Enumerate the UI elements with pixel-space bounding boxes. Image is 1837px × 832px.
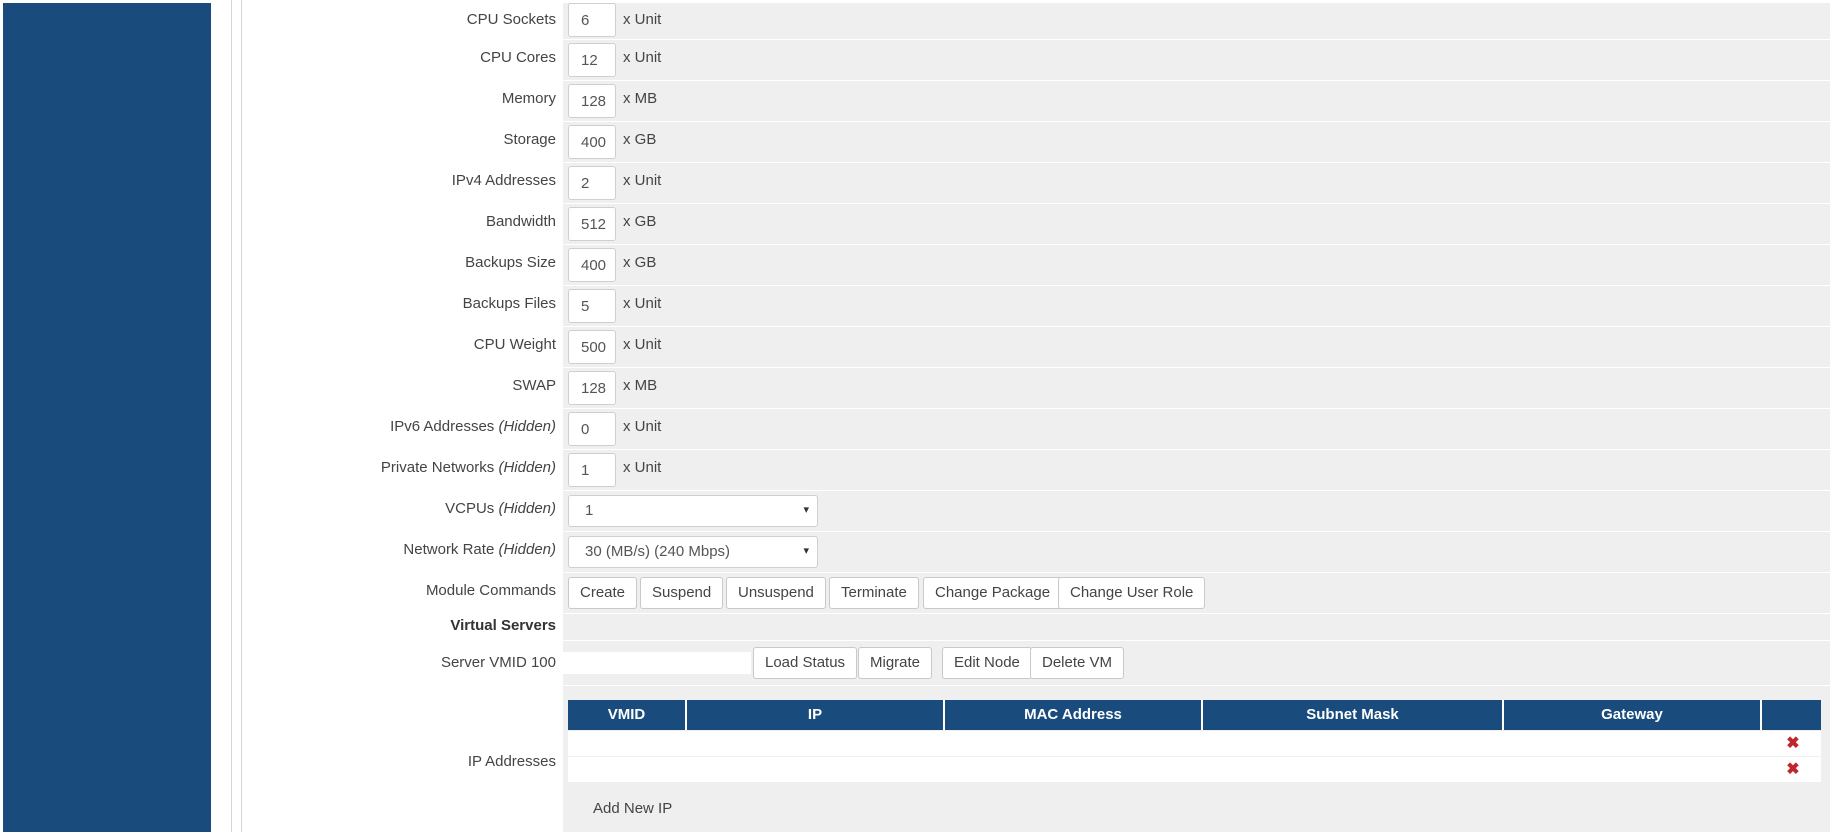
field-label: CPU Sockets <box>466 11 556 28</box>
hidden-tag: (Hidden) <box>498 500 556 517</box>
field-row-backups-files: Backups Files x Unit <box>243 286 1830 326</box>
field-row-private-networks: Private Networks (Hidden) x Unit <box>243 450 1830 490</box>
field-label: Module Commands <box>425 582 556 599</box>
storage-input[interactable] <box>568 125 616 159</box>
cpu-cores-input[interactable] <box>568 43 616 77</box>
unit-label: x MB <box>623 377 658 394</box>
column-header-mac-address: MAC Address <box>945 700 1203 730</box>
field-label: Backups Files <box>462 295 556 312</box>
hidden-tag: (Hidden) <box>498 541 556 558</box>
field-row-cpu-weight: CPU Weight x Unit <box>243 327 1830 367</box>
delete-vm-button[interactable]: Delete VM <box>1030 647 1125 679</box>
column-header-ip: IP <box>687 700 945 730</box>
table-row: ✖ <box>568 757 1821 782</box>
field-label: Backups Size <box>465 254 556 271</box>
suspend-button[interactable]: Suspend <box>640 577 724 609</box>
field-row-storage: Storage x GB <box>243 122 1830 162</box>
unit-label: x MB <box>623 90 658 107</box>
unit-label: x Unit <box>623 459 662 476</box>
ip-table-header: VMID IP MAC Address Subnet Mask Gateway <box>568 700 1821 730</box>
divider-line <box>231 0 232 832</box>
chevron-down-icon: ▾ <box>803 545 809 557</box>
unit-label: x GB <box>623 254 657 271</box>
close-x-icon[interactable]: ✖ <box>1768 731 1818 756</box>
hidden-tag: (Hidden) <box>498 418 556 435</box>
field-label: SWAP <box>512 377 556 394</box>
unit-label: x GB <box>623 131 657 148</box>
add-new-ip-link[interactable]: Add New IP <box>593 799 672 819</box>
field-row-vcpus: VCPUs (Hidden) 1 ▾ <box>243 491 1830 531</box>
field-label: Memory <box>501 90 556 107</box>
selected-value: 30 (MB/s) (240 Mbps) <box>585 543 731 560</box>
change-user-role-button[interactable]: Change User Role <box>1058 577 1206 609</box>
field-row-ipv6: IPv6 Addresses (Hidden) x Unit <box>243 409 1830 449</box>
create-button[interactable]: Create <box>568 577 638 609</box>
field-label: Private Networks (Hidden) <box>380 459 556 476</box>
table-row: ✖ <box>568 731 1821 756</box>
column-header-gateway: Gateway <box>1504 700 1762 730</box>
terminate-button[interactable]: Terminate <box>829 577 919 609</box>
bandwidth-input[interactable] <box>568 207 616 241</box>
backups-files-input[interactable] <box>568 289 616 323</box>
close-x-icon[interactable]: ✖ <box>1768 757 1818 782</box>
field-label: CPU Cores <box>480 49 556 66</box>
ip-addresses-label: IP Addresses <box>467 753 556 770</box>
field-row-network-rate: Network Rate (Hidden) 30 (MB/s) (240 Mbp… <box>243 532 1830 572</box>
field-label: Bandwidth <box>485 213 556 230</box>
unit-label: x Unit <box>623 418 662 435</box>
migrate-button[interactable]: Migrate <box>858 647 933 679</box>
unsuspend-button[interactable]: Unsuspend <box>726 577 826 609</box>
field-label: Storage <box>503 131 556 148</box>
vcpus-select[interactable]: 1 ▾ <box>568 495 818 527</box>
virtual-servers-heading-row: Virtual Servers <box>243 614 1830 640</box>
unit-label: x Unit <box>623 295 662 312</box>
hidden-tag: (Hidden) <box>498 459 556 476</box>
field-row-ipv4: IPv4 Addresses x Unit <box>243 163 1830 203</box>
field-label: VCPUs (Hidden) <box>445 500 556 517</box>
field-label: IPv4 Addresses <box>451 172 556 189</box>
field-label: Network Rate (Hidden) <box>403 541 556 558</box>
server-vmid-row: Server VMID 100 Load Status Migrate Edit… <box>243 641 1830 685</box>
field-row-backups-size: Backups Size x GB <box>243 245 1830 285</box>
ipv6-addresses-input[interactable] <box>568 412 616 446</box>
cpu-weight-input[interactable] <box>568 330 616 364</box>
divider-line <box>241 0 242 832</box>
unit-label: x Unit <box>623 49 662 66</box>
field-row-cpu-sockets: CPU Sockets x Unit <box>243 3 1830 39</box>
server-vmid-label: Server VMID 100 <box>440 654 556 671</box>
field-row-swap: SWAP x MB <box>243 368 1830 408</box>
unit-label: x Unit <box>623 336 662 353</box>
field-row-bandwidth: Bandwidth x GB <box>243 204 1830 244</box>
field-label: CPU Weight <box>473 336 556 353</box>
field-label: IPv6 Addresses (Hidden) <box>390 418 556 435</box>
backups-size-input[interactable] <box>568 248 616 282</box>
unit-label: x GB <box>623 213 657 230</box>
selected-value: 1 <box>585 502 594 519</box>
load-status-button[interactable]: Load Status <box>753 647 858 679</box>
column-header-subnet-mask: Subnet Mask <box>1203 700 1504 730</box>
ip-addresses-row: IP Addresses VMID IP MAC Address Subnet … <box>243 686 1830 832</box>
left-sidebar <box>3 3 211 832</box>
private-networks-input[interactable] <box>568 453 616 487</box>
column-header-actions <box>1762 700 1821 730</box>
field-row-memory: Memory x MB <box>243 81 1830 121</box>
chevron-down-icon: ▾ <box>803 504 809 516</box>
cpu-sockets-input[interactable] <box>568 3 616 37</box>
field-row-module-commands: Module Commands Create Suspend Unsuspend… <box>243 573 1830 613</box>
edit-node-button[interactable]: Edit Node <box>942 647 1032 679</box>
column-header-vmid: VMID <box>568 700 687 730</box>
swap-input[interactable] <box>568 371 616 405</box>
change-package-button[interactable]: Change Package <box>923 577 1063 609</box>
section-heading: Virtual Servers <box>450 617 556 634</box>
unit-label: x Unit <box>623 11 662 28</box>
unit-label: x Unit <box>623 172 662 189</box>
ipv4-addresses-input[interactable] <box>568 166 616 200</box>
network-rate-select[interactable]: 30 (MB/s) (240 Mbps) ▾ <box>568 536 818 568</box>
field-row-cpu-cores: CPU Cores x Unit <box>243 40 1830 80</box>
memory-input[interactable] <box>568 84 616 118</box>
server-vmid-input[interactable] <box>563 652 751 674</box>
